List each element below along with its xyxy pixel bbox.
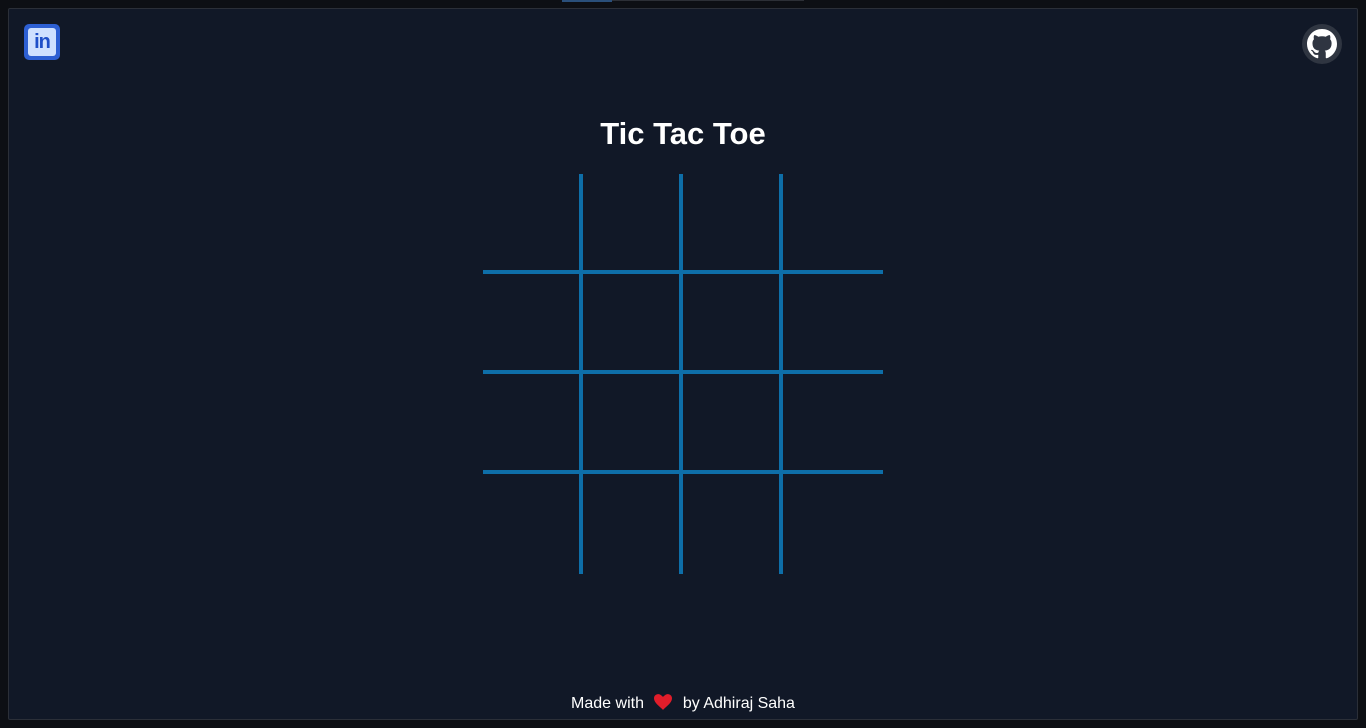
footer-author: by Adhiraj Saha xyxy=(682,695,795,712)
board-cell-7[interactable] xyxy=(583,474,679,570)
heart-icon xyxy=(654,694,673,710)
github-link[interactable] xyxy=(1302,24,1342,64)
linkedin-link[interactable]: in xyxy=(24,24,60,60)
browser-top-strip xyxy=(0,0,1366,8)
page-title: Tic Tac Toe xyxy=(600,116,766,151)
board-cell-8[interactable] xyxy=(683,474,779,570)
board-cell-9[interactable] xyxy=(783,474,879,570)
browser-tab-indicator xyxy=(562,0,612,2)
board-cell-5[interactable] xyxy=(683,374,779,470)
board-cell-3[interactable] xyxy=(783,274,879,370)
footer: Made with by Adhiraj Saha xyxy=(0,694,1366,713)
board-cell-4[interactable] xyxy=(583,374,679,470)
tic-tac-toe-board xyxy=(483,174,883,574)
board-cell-1[interactable] xyxy=(583,274,679,370)
browser-tab-strip xyxy=(612,0,804,1)
board-cell-2[interactable] xyxy=(683,274,779,370)
footer-made-with: Made with xyxy=(571,695,644,712)
linkedin-icon: in xyxy=(28,28,56,56)
board-cell-6[interactable] xyxy=(783,374,879,470)
github-icon xyxy=(1307,29,1337,59)
board-cells[interactable] xyxy=(583,274,879,570)
